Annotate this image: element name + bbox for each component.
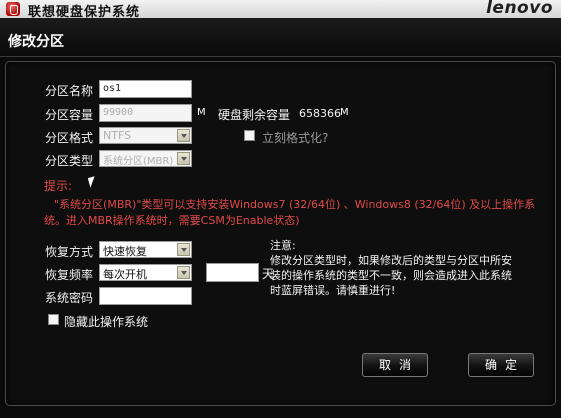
quick-format-checkbox[interactable] [244, 130, 255, 141]
hide-os-checkbox[interactable] [48, 314, 59, 325]
remaining-capacity-label: 硬盘剩余容量 [218, 108, 291, 122]
partition-size-unit: M [197, 107, 206, 118]
partition-format-value: NTFS [103, 129, 132, 142]
remaining-capacity-value: 658366 [299, 107, 341, 120]
partition-name-label: 分区名称 [45, 84, 94, 98]
restore-mode-select[interactable]: 快速恢复 [99, 241, 192, 258]
partition-type-select[interactable]: 系统分区(MBR) [99, 150, 192, 167]
note-box: 注意: 修改分区类型时，如果修改后的类型与分区中所安装的操作系统的类型不一致，则… [270, 238, 515, 298]
page-title: 修改分区 [8, 34, 64, 50]
system-password-input[interactable] [99, 287, 192, 305]
brand-logo: lenovo [486, 0, 553, 18]
chevron-down-icon [177, 152, 190, 165]
note-title: 注意: [270, 239, 296, 252]
hide-os-label: 隐藏此操作系统 [64, 315, 149, 329]
system-password-label: 系统密码 [45, 291, 94, 305]
partition-type-label: 分区类型 [45, 154, 94, 168]
partition-format-select[interactable]: NTFS [99, 127, 192, 144]
restore-mode-value: 快速恢复 [103, 245, 147, 258]
restore-frequency-label: 恢复频率 [45, 268, 94, 282]
page-header: 修改分区 [0, 18, 561, 57]
restore-days-input[interactable] [206, 263, 259, 282]
partition-format-label: 分区格式 [45, 131, 94, 145]
partition-size-input[interactable]: 99900 [99, 104, 192, 122]
partition-name-input[interactable]: os1 [99, 80, 192, 98]
chevron-down-icon [177, 129, 190, 142]
hint-title: 提示: [44, 179, 73, 193]
cancel-button[interactable]: 取消 [362, 353, 428, 377]
restore-frequency-value: 每次开机 [103, 268, 147, 281]
remaining-capacity-unit: M [340, 107, 349, 118]
quick-format-label: 立刻格式化? [262, 131, 329, 145]
note-text: 修改分区类型时，如果修改后的类型与分区中所安装的操作系统的类型不一致，则会造成进… [270, 254, 512, 297]
restore-mode-label: 恢复方式 [45, 245, 94, 259]
restore-frequency-select[interactable]: 每次开机 [99, 264, 192, 281]
title-bar: 联想硬盘保护系统 lenovo [0, 0, 561, 20]
ok-button[interactable]: 确定 [468, 353, 534, 377]
chevron-down-icon [177, 243, 190, 256]
chevron-down-icon [177, 266, 190, 279]
partition-type-value: 系统分区(MBR) [103, 156, 174, 167]
partition-size-label: 分区容量 [45, 108, 94, 122]
hint-text: "系统分区(MBR)"类型可以支持安装Windows7 (32/64位) 、Wi… [44, 198, 536, 227]
app-lock-icon [6, 2, 20, 16]
